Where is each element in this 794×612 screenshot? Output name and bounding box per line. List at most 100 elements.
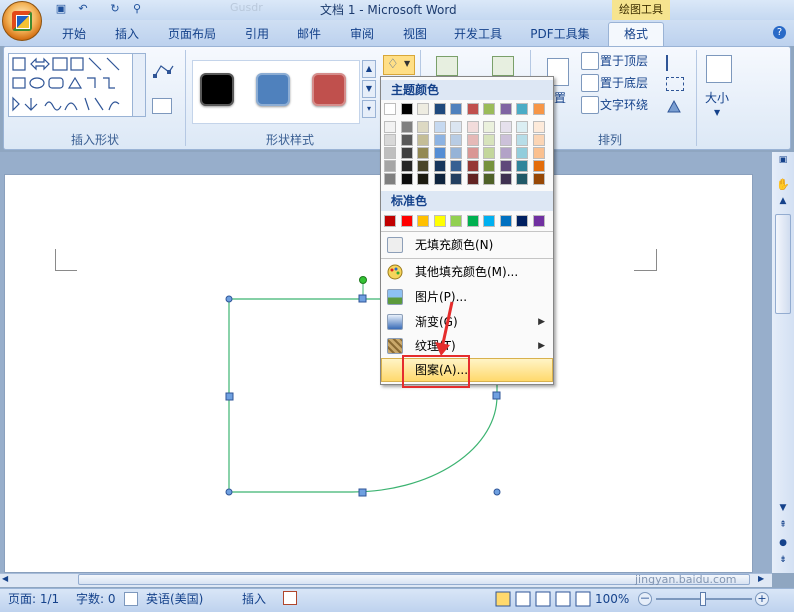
theme-color-shade-swatch[interactable] [532, 160, 545, 172]
rotate-icon[interactable] [666, 99, 684, 113]
zoom-slider-thumb[interactable] [700, 592, 706, 606]
theme-color-shade-swatch[interactable] [516, 173, 528, 185]
status-insert-mode[interactable]: 插入 [242, 590, 266, 608]
status-page[interactable]: 页面: 1/1 [8, 590, 59, 608]
next-page-icon[interactable]: ⇟ [775, 555, 791, 569]
menu-item-picture[interactable]: 图片(P)... [381, 285, 553, 309]
hand-icon[interactable]: ✋ [775, 178, 791, 192]
theme-color-shade-swatch[interactable] [400, 147, 413, 159]
redo-icon[interactable]: ↻ [108, 2, 122, 16]
menu-item-more-fill-colors[interactable]: 其他填充颜色(M)... [381, 260, 553, 284]
shape-style-red[interactable] [312, 73, 346, 106]
theme-color-shade-swatch[interactable] [450, 173, 462, 185]
theme-color-shade-swatch[interactable] [499, 160, 512, 172]
tab-insert[interactable]: 插入 [108, 24, 146, 44]
theme-color-shade-swatch[interactable] [400, 121, 413, 133]
shapes-gallery-scroll[interactable] [132, 53, 146, 117]
theme-color-shade-swatch[interactable] [400, 173, 413, 185]
theme-color-shade-swatch[interactable] [466, 134, 479, 146]
previous-page-icon[interactable]: ⇞ [775, 520, 791, 534]
standard-color-swatch[interactable] [499, 215, 512, 227]
scroll-down-icon[interactable]: ▼ [775, 503, 791, 517]
theme-color-shade-swatch[interactable] [466, 173, 479, 185]
theme-color-shade-swatch[interactable] [384, 147, 396, 159]
resize-handle[interactable] [225, 295, 233, 303]
theme-color-shade-swatch[interactable] [466, 160, 479, 172]
scroll-left-icon[interactable]: ◀ [2, 574, 14, 586]
theme-color-shade-swatch[interactable] [499, 173, 512, 185]
size-icon[interactable] [706, 55, 732, 83]
position-label[interactable]: 置 [554, 88, 566, 108]
zoom-in-button[interactable]: + [755, 592, 769, 606]
resize-handle[interactable] [492, 391, 501, 400]
status-word-count[interactable]: 字数: 0 [76, 590, 116, 608]
shape-style-blue[interactable] [256, 73, 290, 106]
shadow-effects-icon[interactable] [436, 56, 458, 76]
theme-color-shade-swatch[interactable] [450, 147, 462, 159]
macro-record-icon[interactable] [283, 591, 297, 605]
theme-color-shade-swatch[interactable] [516, 134, 528, 146]
edit-shape-icon[interactable] [152, 62, 176, 82]
theme-color-swatch[interactable] [417, 103, 429, 115]
standard-color-swatch[interactable] [417, 215, 429, 227]
theme-color-swatch[interactable] [516, 103, 528, 115]
theme-color-shade-swatch[interactable] [433, 173, 446, 185]
align-icon[interactable] [666, 55, 686, 71]
theme-color-shade-swatch[interactable] [384, 134, 396, 146]
tab-view[interactable]: 视图 [396, 24, 434, 44]
theme-color-shade-swatch[interactable] [433, 134, 446, 146]
theme-color-shade-swatch[interactable] [499, 121, 512, 133]
theme-color-shade-swatch[interactable] [516, 160, 528, 172]
theme-color-shade-swatch[interactable] [483, 134, 495, 146]
theme-color-swatch[interactable] [384, 103, 396, 115]
theme-color-swatch[interactable] [433, 103, 446, 115]
theme-color-shade-swatch[interactable] [483, 121, 495, 133]
theme-color-shade-swatch[interactable] [516, 121, 528, 133]
resize-handle[interactable] [225, 488, 233, 496]
theme-color-shade-swatch[interactable] [466, 121, 479, 133]
menu-item-gradient[interactable]: 渐变(G) ▶ [381, 310, 553, 334]
theme-color-shade-swatch[interactable] [450, 121, 462, 133]
tab-review[interactable]: 审阅 [343, 24, 381, 44]
office-button[interactable] [2, 1, 42, 41]
theme-color-shade-swatch[interactable] [532, 121, 545, 133]
theme-color-shade-swatch[interactable] [417, 173, 429, 185]
standard-color-swatch[interactable] [433, 215, 446, 227]
theme-color-shade-swatch[interactable] [499, 134, 512, 146]
theme-color-swatch[interactable] [400, 103, 413, 115]
standard-color-swatch[interactable] [384, 215, 396, 227]
standard-color-swatch[interactable] [466, 215, 479, 227]
ruler-toggle-icon[interactable]: ▣ [775, 155, 791, 169]
theme-color-swatch[interactable] [466, 103, 479, 115]
bring-to-front-button[interactable]: 置于顶层 [600, 51, 648, 71]
theme-color-shade-swatch[interactable] [433, 147, 446, 159]
theme-color-swatch[interactable] [450, 103, 462, 115]
zoom-out-button[interactable]: － [638, 592, 652, 606]
theme-color-shade-swatch[interactable] [400, 160, 413, 172]
undo-icon[interactable]: ↶ [76, 2, 90, 16]
standard-color-swatch[interactable] [450, 215, 462, 227]
theme-color-shade-swatch[interactable] [384, 173, 396, 185]
theme-color-shade-swatch[interactable] [384, 121, 396, 133]
save-icon[interactable]: ▣ [54, 2, 68, 16]
theme-color-shade-swatch[interactable] [483, 147, 495, 159]
theme-color-shade-swatch[interactable] [483, 173, 495, 185]
theme-color-swatch[interactable] [499, 103, 512, 115]
theme-color-swatch[interactable] [532, 103, 545, 115]
tab-home[interactable]: 开始 [55, 24, 93, 44]
resize-handle[interactable] [493, 488, 501, 496]
shapes-gallery[interactable] [8, 53, 146, 117]
standard-color-swatch[interactable] [516, 215, 528, 227]
scroll-right-icon[interactable]: ▶ [758, 574, 770, 586]
print-preview-icon[interactable]: ⚲ [130, 2, 144, 16]
styles-scroll-down[interactable]: ▼ [362, 80, 376, 98]
rotation-handle[interactable] [359, 276, 367, 284]
3d-effects-icon[interactable] [492, 56, 514, 76]
theme-color-shade-swatch[interactable] [483, 160, 495, 172]
theme-color-shade-swatch[interactable] [417, 147, 429, 159]
theme-color-swatch[interactable] [483, 103, 495, 115]
theme-color-shade-swatch[interactable] [433, 121, 446, 133]
theme-color-shade-swatch[interactable] [433, 160, 446, 172]
theme-color-shade-swatch[interactable] [499, 147, 512, 159]
theme-color-shade-swatch[interactable] [450, 134, 462, 146]
